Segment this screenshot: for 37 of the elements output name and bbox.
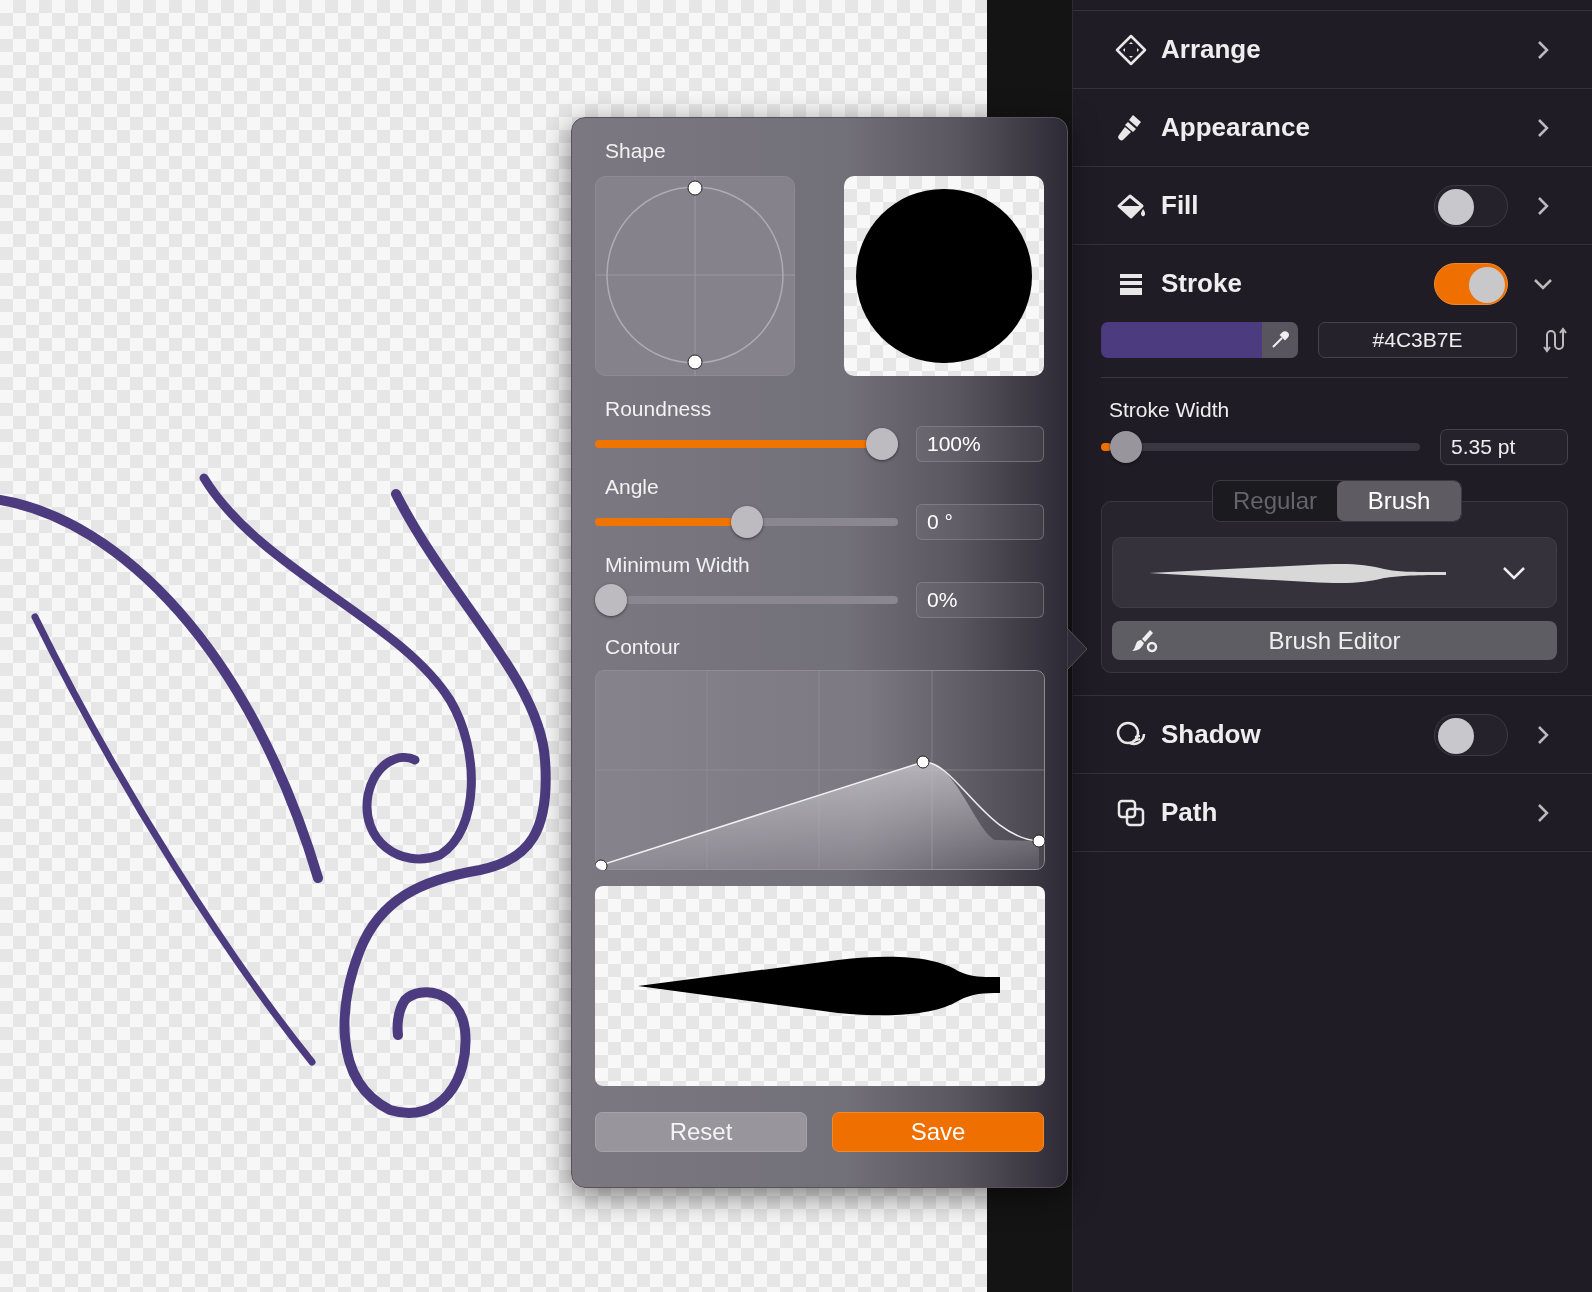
mode-tab[interactable]: Brush: [1337, 481, 1461, 521]
slider-label: Minimum Width: [605, 552, 751, 578]
brush-editor-button[interactable]: Brush Editor: [1112, 621, 1557, 660]
value-field[interactable]: 0%: [916, 582, 1044, 618]
slider-thumb[interactable]: [595, 584, 627, 616]
slider-thumb[interactable]: [1109, 431, 1142, 463]
stroke-width-field[interactable]: 5.35 pt: [1440, 429, 1568, 465]
hex-color-field[interactable]: #4C3B7E: [1318, 322, 1517, 358]
slider[interactable]: [595, 584, 898, 616]
swap-arrows-icon[interactable]: [1541, 327, 1567, 353]
slider-label: Roundness: [605, 396, 713, 422]
shape-label: Shape: [605, 138, 667, 164]
toggle-switch[interactable]: [1434, 184, 1508, 227]
color-swatch[interactable]: [1101, 322, 1298, 358]
section-title[interactable]: Stroke: [1161, 264, 1434, 303]
slider-thumb[interactable]: [730, 506, 763, 538]
section-title[interactable]: Appearance: [1161, 108, 1508, 147]
slider-label: Angle: [605, 474, 660, 500]
section-title[interactable]: Path: [1161, 793, 1508, 832]
section-title[interactable]: Fill: [1161, 186, 1434, 225]
brush-dropdown[interactable]: [1112, 537, 1557, 608]
contour-curve-editor[interactable]: [595, 670, 1045, 870]
slider-thumb[interactable]: [866, 428, 898, 460]
brush-gear-icon: [1130, 628, 1160, 654]
chevron-down-icon: [1502, 564, 1526, 581]
value-field[interactable]: 0 °: [916, 504, 1044, 540]
slider[interactable]: [1101, 431, 1420, 463]
section-title[interactable]: Shadow: [1161, 715, 1434, 754]
slider[interactable]: [595, 428, 898, 460]
toggle-switch[interactable]: [1434, 713, 1508, 756]
slider[interactable]: [595, 506, 898, 538]
section-title[interactable]: Arrange: [1161, 30, 1508, 69]
diamond-arrows-icon: [1115, 33, 1147, 66]
stroke-width-label: Stroke Width: [1109, 397, 1231, 423]
value-field[interactable]: 100%: [916, 426, 1044, 462]
contour-label: Contour: [605, 634, 681, 660]
toggle-switch[interactable]: [1434, 262, 1508, 305]
